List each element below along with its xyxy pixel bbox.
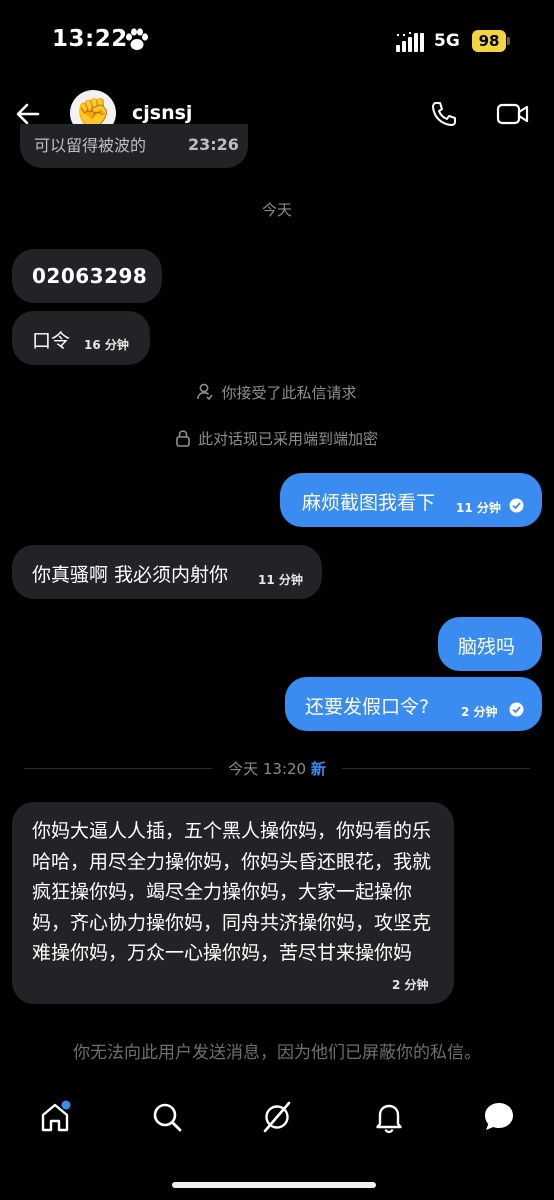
lock-icon (176, 430, 190, 447)
messages-icon[interactable] (482, 1100, 516, 1134)
message-text: 麻烦截图我看下 (302, 492, 436, 514)
message-bubble[interactable]: 口令 16 分钟 (12, 311, 150, 365)
message-bubble-outgoing[interactable]: 麻烦截图我看下 11 分钟 (280, 473, 542, 527)
network-type: 5G (434, 31, 460, 51)
new-messages-divider: 今天 13:20 新 (0, 758, 554, 779)
message-time: 16 分钟 (84, 338, 129, 352)
blocked-notice: 你无法向此用户发送消息，因为他们已屏蔽你的私信。 (73, 1043, 481, 1063)
day-separator: 今天 (261, 201, 292, 219)
message-bubble-outgoing[interactable]: 脑残吗 (438, 617, 542, 671)
person-icon (197, 383, 214, 401)
notifications-icon[interactable] (372, 1100, 406, 1134)
system-text: 此对话现已采用端到端加密 (197, 430, 378, 448)
message-bubble-outgoing[interactable]: 还要发假口令? 2 分钟 (285, 677, 542, 731)
message-text: 你妈大逼人人插，五个黑人操你妈，你妈看的乐哈哈，用尽全力操你妈，你妈头昏还眼花，… (32, 820, 432, 964)
phone-icon[interactable] (430, 100, 458, 128)
video-call-icon[interactable] (496, 100, 530, 128)
status-time: 13:22 (52, 26, 128, 52)
system-message-accepted: 你接受了此私信请求 (0, 382, 554, 403)
bottom-nav (0, 1088, 554, 1148)
message-time: 23:26 (188, 135, 239, 154)
message-text: 还要发假口令? (305, 696, 430, 718)
message-bubble-partial[interactable]: 可以留得被波的 23:26 (20, 124, 248, 168)
message-time: 2 分钟 (461, 705, 498, 719)
system-text: 你接受了此私信请求 (221, 384, 357, 402)
battery-level: 98 (472, 30, 506, 52)
search-icon[interactable] (150, 1100, 184, 1134)
message-bubble[interactable]: 02063298 (12, 249, 162, 303)
message-time: 11 分钟 (456, 501, 501, 515)
message-text: 脑残吗 (458, 636, 516, 658)
message-bubble-long[interactable]: 你妈大逼人人插，五个黑人操你妈，你妈看的乐哈哈，用尽全力操你妈，你妈头昏还眼花，… (12, 802, 454, 1004)
battery-icon (507, 37, 510, 45)
message-text: 02063298 (32, 264, 148, 288)
home-indicator (172, 1182, 376, 1188)
signal-icon (396, 32, 424, 52)
read-check-icon (509, 702, 524, 717)
read-check-icon (509, 498, 524, 513)
new-badge: 新 (310, 760, 326, 778)
message-time: 2 分钟 (392, 978, 429, 992)
message-text: 你真骚啊 我必须内射你 (32, 564, 229, 586)
paw-icon (126, 28, 148, 50)
home-icon[interactable] (38, 1100, 72, 1134)
message-text: 口令 (32, 330, 71, 352)
message-bubble[interactable]: 你真骚啊 我必须内射你 11 分钟 (12, 545, 322, 599)
message-time: 11 分钟 (258, 573, 303, 587)
divider-label: 今天 13:20 (228, 760, 307, 778)
grok-icon[interactable] (260, 1100, 294, 1134)
status-bar: 13:22 5G 98 (0, 0, 554, 84)
system-message-encrypted: 此对话现已采用端到端加密 (0, 428, 554, 449)
contact-name[interactable]: cjsnsj (132, 102, 192, 124)
message-text: 可以留得被波的 (34, 136, 147, 155)
